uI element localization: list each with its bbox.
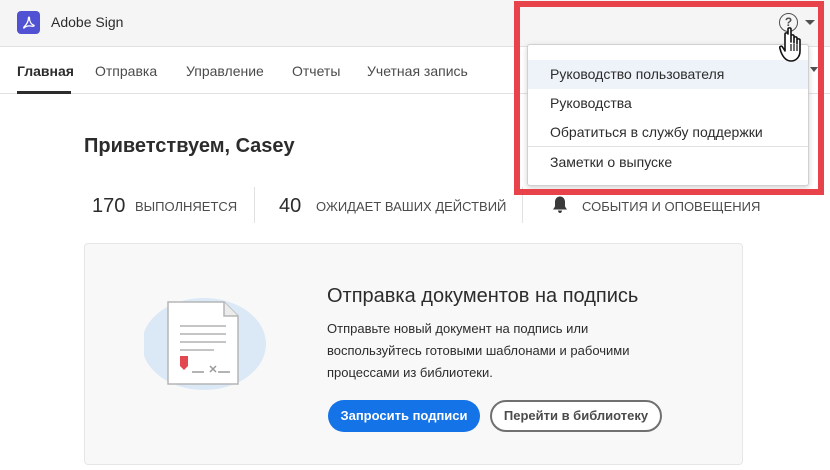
menu-item-user-guide[interactable]: Руководство пользователя — [528, 60, 808, 89]
nav-chevron-down-icon[interactable] — [810, 67, 818, 72]
card-description: Отправьте новый документ на подпись или … — [327, 321, 630, 380]
in-progress-label[interactable]: Выполняется — [135, 199, 237, 214]
events-label[interactable]: События и оповещения — [582, 199, 760, 214]
document-illustration-icon — [144, 298, 266, 390]
active-tab-indicator — [17, 91, 71, 94]
adobe-sign-logo[interactable] — [17, 11, 40, 34]
bell-icon[interactable] — [551, 195, 569, 214]
chevron-down-icon[interactable] — [805, 20, 815, 25]
request-signatures-button[interactable]: Запросить подписи — [328, 400, 480, 432]
stat-divider — [254, 187, 255, 223]
menu-item-release-notes[interactable]: Заметки о выпуске — [528, 148, 808, 177]
page-title: Приветствуем, Casey — [84, 135, 295, 157]
hand-cursor-icon — [779, 27, 801, 62]
tab-account[interactable]: Учетная запись — [367, 63, 468, 79]
stat-divider — [522, 187, 523, 223]
acrobat-icon — [23, 16, 35, 29]
help-dropdown-menu: Руководство пользователя Руководства Обр… — [527, 44, 809, 186]
waiting-label[interactable]: Ожидает ваших действий — [316, 199, 506, 214]
app-title: Adobe Sign — [51, 14, 124, 30]
tab-reports[interactable]: Отчеты — [292, 63, 340, 79]
menu-item-contact-support[interactable]: Обратиться в службу поддержки — [528, 118, 808, 147]
tab-manage[interactable]: Управление — [186, 63, 264, 79]
top-bar: Adobe Sign ? — [0, 0, 830, 47]
tab-home[interactable]: Главная — [17, 63, 74, 79]
menu-divider — [528, 146, 808, 147]
card-title: Отправка документов на подпись — [327, 285, 639, 307]
go-to-library-button[interactable]: Перейти в библиотеку — [490, 400, 662, 432]
in-progress-count[interactable]: 170 — [92, 195, 125, 218]
menu-item-guides[interactable]: Руководства — [528, 89, 808, 118]
waiting-count[interactable]: 40 — [279, 195, 301, 218]
tab-send[interactable]: Отправка — [95, 63, 157, 79]
